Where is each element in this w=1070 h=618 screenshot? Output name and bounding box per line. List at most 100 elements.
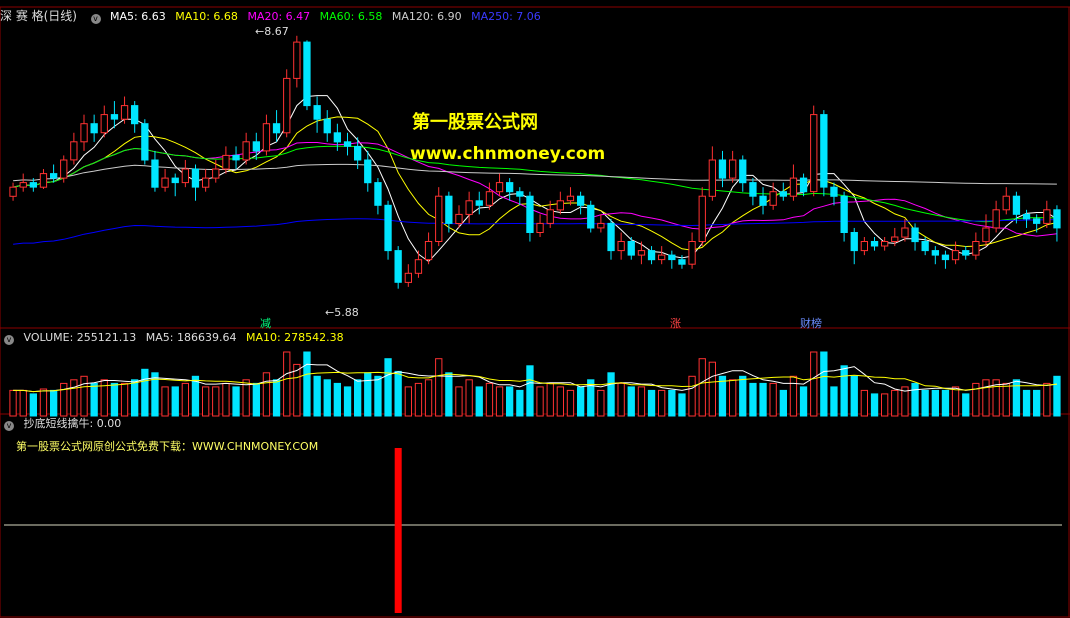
candle-body	[90, 123, 98, 134]
candle	[404, 264, 413, 287]
candle-body	[708, 159, 717, 197]
event-tag-finance[interactable]: 财榜	[800, 315, 822, 331]
candle-body	[506, 182, 514, 193]
candle	[120, 96, 129, 124]
volume-bar	[1033, 389, 1041, 417]
candle-body	[455, 213, 463, 224]
candle-body	[678, 259, 686, 265]
candle-body	[475, 200, 483, 206]
candle-body	[688, 241, 696, 265]
candle-body	[860, 241, 869, 252]
volume-bar	[850, 375, 858, 417]
candle-body	[151, 159, 159, 188]
candle	[688, 232, 696, 269]
volume-bar	[262, 372, 271, 417]
candle-body	[80, 123, 88, 143]
candle	[820, 110, 828, 197]
volume-bar	[252, 382, 260, 417]
indicator-note: 第一股票公式网原创公式免费下载：WWW.CHNMONEY.COM	[16, 440, 319, 453]
ma5-label: MA5: 6.63	[110, 10, 166, 23]
candle-body	[1012, 195, 1021, 215]
candle	[1022, 209, 1031, 228]
volume-bar	[982, 379, 990, 417]
candle	[222, 146, 230, 174]
volume-collapse-icon[interactable]: v	[4, 335, 14, 345]
candle	[414, 250, 423, 278]
candle-body	[1043, 209, 1051, 224]
candle	[90, 114, 98, 142]
candle	[303, 40, 311, 111]
price-header: 深 赛 格(日线) v MA5: 6.63 MA10: 6.68 MA20: 6…	[0, 8, 547, 24]
event-tag-reduce[interactable]: 减	[260, 315, 271, 331]
candle-body	[799, 177, 808, 193]
candle	[1033, 214, 1041, 233]
candle	[779, 182, 788, 201]
volume-bar	[637, 386, 646, 417]
candle	[729, 150, 737, 183]
candle	[323, 110, 331, 142]
volume-ma5-line	[13, 363, 1057, 393]
candle	[272, 110, 281, 142]
volume-bar	[131, 379, 139, 417]
volume-bar	[506, 386, 514, 417]
volume-bar	[374, 375, 382, 417]
candle-body	[577, 195, 585, 206]
collapse-toggle-icon[interactable]: v	[90, 14, 101, 24]
ma120-label: MA120: 6.90	[391, 10, 462, 23]
candle	[850, 227, 858, 265]
candle	[364, 150, 372, 192]
watermark-title: 第一股票公式网	[412, 112, 538, 133]
candle	[992, 200, 1000, 233]
indicator-header: v 抄底短线擒牛: 0.00	[0, 416, 127, 432]
candle-body	[546, 209, 554, 224]
volume-bar	[556, 386, 565, 417]
candle	[131, 101, 139, 133]
candle-body	[982, 227, 990, 243]
candle-body	[191, 168, 200, 188]
candle-body	[759, 195, 767, 206]
volume-bar	[283, 351, 291, 417]
volume-bar	[272, 379, 281, 417]
volume-bar	[810, 351, 818, 417]
volume-bar	[485, 382, 494, 417]
volume-bar	[19, 389, 27, 417]
volume-bar	[647, 389, 656, 417]
candle	[343, 132, 352, 156]
candle	[698, 187, 706, 247]
volume-ma-lines	[13, 363, 1057, 393]
candle-body	[718, 159, 727, 179]
volume-bar	[708, 361, 717, 417]
candle	[70, 132, 78, 165]
candle-body	[992, 209, 1000, 229]
candle	[982, 214, 990, 247]
candle	[161, 169, 169, 192]
volume-bar	[607, 372, 615, 417]
candle-body	[779, 191, 788, 197]
volume-bar	[799, 386, 808, 417]
candle-body	[1002, 195, 1010, 211]
buy-signal-bar	[394, 448, 402, 613]
candle-body	[120, 105, 129, 120]
volume-bar	[1002, 382, 1010, 417]
indicator-value: : 0.00	[89, 417, 122, 430]
candle	[617, 232, 625, 260]
candle-body	[566, 195, 575, 202]
volume-bar	[394, 370, 402, 417]
volume-bar	[951, 386, 960, 417]
candle	[141, 119, 149, 165]
stock-chart-canvas	[0, 6, 1070, 618]
volume-bar	[80, 375, 88, 417]
volume-bar	[739, 375, 747, 417]
volume-bar	[60, 382, 68, 417]
candle	[556, 191, 565, 215]
volume-bar	[779, 389, 788, 417]
candle-body	[50, 173, 58, 179]
indicator-collapse-icon[interactable]: v	[4, 421, 14, 431]
candle-body	[820, 114, 828, 188]
volume-bar	[171, 386, 179, 417]
candle-body	[637, 250, 646, 256]
volume-bar	[759, 382, 767, 417]
event-tag-rise[interactable]: 涨	[670, 315, 681, 331]
volume-bar	[840, 365, 848, 417]
candle-body	[1022, 213, 1031, 220]
